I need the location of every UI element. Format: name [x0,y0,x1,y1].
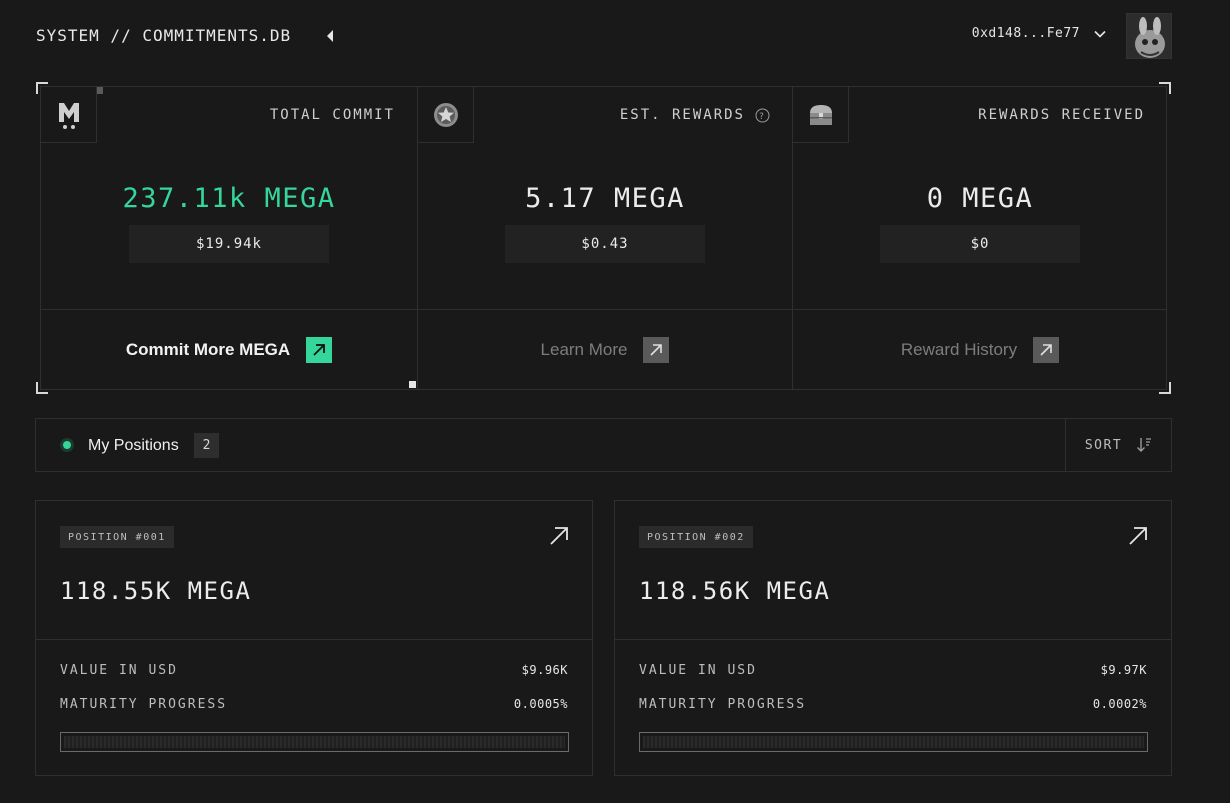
stat-icon-box [417,86,474,143]
sort-label: SORT [1084,437,1123,453]
divider [615,639,1171,640]
position-card[interactable]: POSITION #002 118.56K MEGA VALUE IN USD … [614,500,1172,776]
arrow-up-right-icon [1033,336,1060,363]
mega-logo-icon [58,102,79,129]
learn-more-label: Learn More [540,339,628,359]
stat-icon-box [40,86,97,143]
positions-header: My Positions 2 SORT [35,418,1172,472]
treasure-chest-icon [809,104,832,125]
usd-label: VALUE IN USD [639,663,757,678]
stat-rewards-received: REWARDS RECEIVED 0 MEGA $0 Reward Histor… [792,86,1167,389]
sort-button[interactable]: SORT [1065,419,1171,471]
learn-more-button[interactable]: Learn More [418,309,792,389]
stats-panel: TOTAL COMMIT 237.11k MEGA $19.94k Commit… [40,86,1167,390]
stat-label-text: TOTAL COMMIT [269,107,395,123]
avatar[interactable] [1126,13,1172,59]
position-card[interactable]: POSITION #001 118.55K MEGA VALUE IN USD … [35,500,593,776]
positions-count-badge: 2 [194,433,219,458]
reward-history-button[interactable]: Reward History [793,309,1167,389]
avatar-image-icon [1127,14,1171,58]
progress-track [64,736,565,748]
arrow-up-right-icon[interactable] [548,525,570,547]
star-badge-icon [433,102,458,127]
sort-icon [1137,438,1152,452]
maturity-progress-bar [60,732,569,752]
stat-value: 237.11k MEGA [122,183,336,214]
arrow-up-right-icon[interactable] [1127,525,1149,547]
usd-value: $9.96K [521,663,568,677]
maturity-label: MATURITY PROGRESS [60,697,228,712]
maturity-value: 0.0005% [513,697,568,711]
stat-usd-value: $0 [880,225,1080,263]
back-arrow-icon[interactable] [324,27,336,45]
position-amount: 118.56K MEGA [639,577,831,605]
maturity-progress-bar [639,732,1148,752]
stat-label-text: REWARDS RECEIVED [978,107,1145,123]
wallet-address: 0xd148...Fe77 [971,26,1080,41]
position-tag: POSITION #001 [60,526,174,548]
breadcrumb: SYSTEM // COMMITMENTS.DB [36,26,292,45]
usd-value: $9.97K [1100,663,1147,677]
commit-more-label: Commit More MEGA [125,339,291,359]
usd-label: VALUE IN USD [60,663,178,678]
stat-usd-value: $19.94k [129,225,329,263]
status-dot-icon [60,438,74,452]
arrow-up-right-icon [306,336,333,363]
stat-value: 0 MEGA [926,183,1034,214]
stat-total-commit: TOTAL COMMIT 237.11k MEGA $19.94k Commit… [40,86,417,389]
positions-title: My Positions [88,437,179,454]
stat-est-rewards: EST. REWARDS ? 5.17 MEGA $0.43 Learn Mor… [417,86,792,389]
stat-label: TOTAL COMMIT [270,107,395,123]
stat-label-text: EST. REWARDS [619,107,745,123]
stat-label: EST. REWARDS ? [620,107,770,123]
wallet-selector[interactable]: 0xd148...Fe77 [972,26,1106,41]
chevron-down-icon [1094,30,1106,38]
maturity-value: 0.0002% [1092,697,1147,711]
commit-more-button[interactable]: Commit More MEGA [41,309,417,389]
help-icon[interactable]: ? [755,108,770,123]
page-header: SYSTEM // COMMITMENTS.DB 0xd148...Fe77 [36,13,1172,59]
maturity-label: MATURITY PROGRESS [639,697,807,712]
stat-value: 5.17 MEGA [525,183,685,214]
reward-history-label: Reward History [900,339,1018,359]
stat-icon-box [792,86,849,143]
position-tag: POSITION #002 [639,526,753,548]
progress-track [643,736,1144,748]
svg-text:?: ? [759,112,766,122]
stat-usd-value: $0.43 [505,225,705,263]
stat-label: REWARDS RECEIVED [978,107,1145,123]
arrow-up-right-icon [643,336,670,363]
divider [36,639,592,640]
position-amount: 118.55K MEGA [60,577,252,605]
